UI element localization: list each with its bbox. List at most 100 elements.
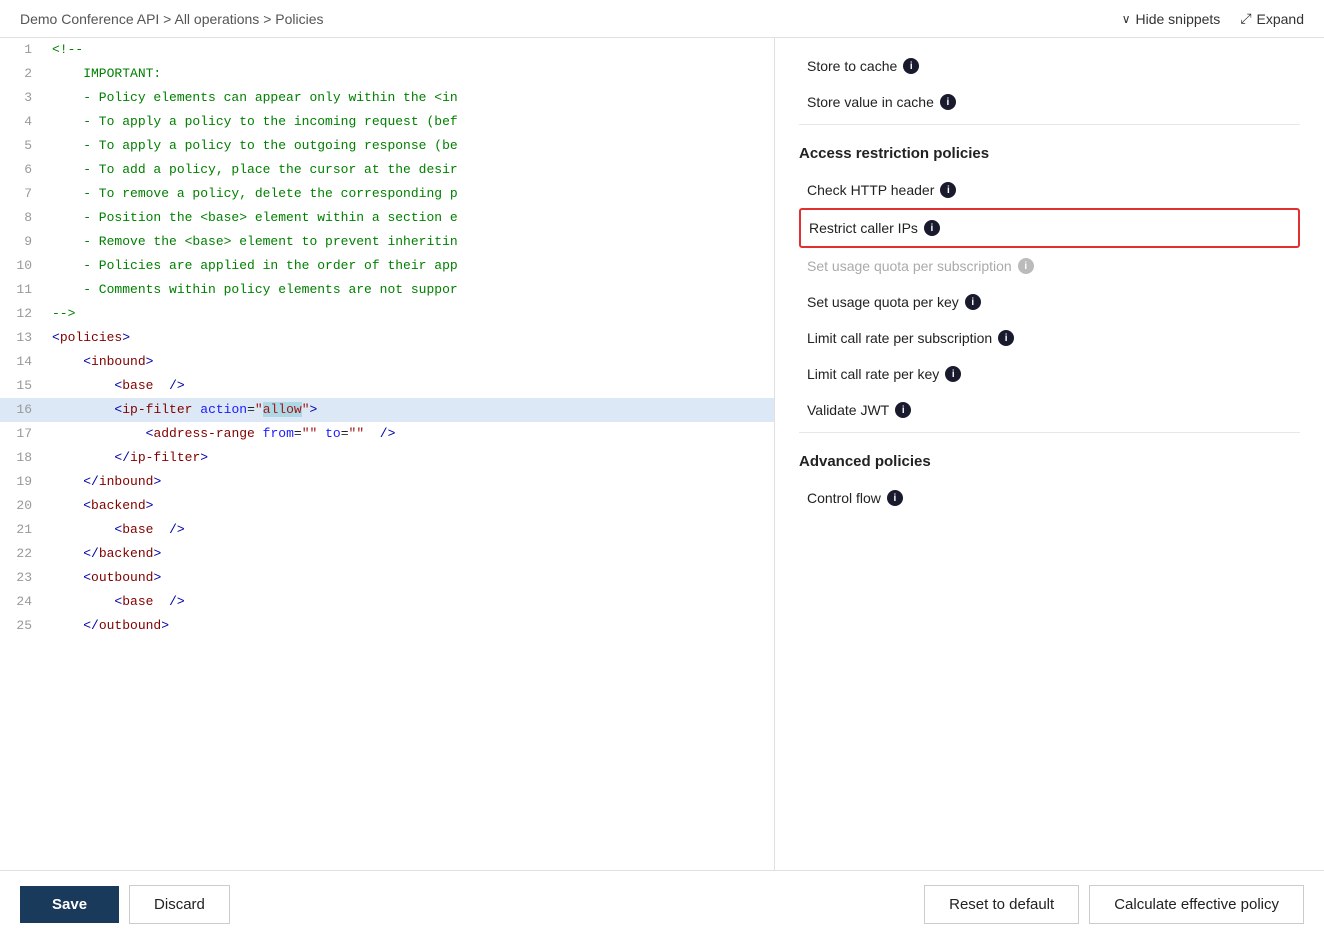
line-content[interactable]: </backend> (48, 542, 774, 566)
code-line-10: 10 - Policies are applied in the order o… (0, 254, 774, 278)
control-flow-info-icon[interactable]: i (887, 490, 903, 506)
code-line-11: 11 - Comments within policy elements are… (0, 278, 774, 302)
breadcrumb-part1: Demo Conference API (20, 11, 159, 27)
line-content[interactable]: - Policy elements can appear only within… (48, 86, 774, 110)
code-line-8: 8 - Position the <base> element within a… (0, 206, 774, 230)
breadcrumb: Demo Conference API > All operations > P… (20, 11, 324, 27)
code-panel[interactable]: 1<!--2 IMPORTANT:3 - Policy elements can… (0, 38, 775, 870)
policy-item-set-usage-quota-per-key[interactable]: Set usage quota per key i (799, 284, 1300, 320)
line-content[interactable]: <ip-filter action="allow"> (48, 398, 774, 422)
line-content[interactable]: - To apply a policy to the incoming requ… (48, 110, 774, 134)
store-to-cache-info-icon[interactable]: i (903, 58, 919, 74)
limit-call-rate-per-subscription-info-icon[interactable]: i (998, 330, 1014, 346)
section-divider-1 (799, 124, 1300, 125)
code-line-22: 22 </backend> (0, 542, 774, 566)
line-content[interactable]: IMPORTANT: (48, 62, 774, 86)
line-content[interactable]: - To add a policy, place the cursor at t… (48, 158, 774, 182)
line-number: 9 (0, 230, 48, 254)
limit-call-rate-per-key-info-icon[interactable]: i (945, 366, 961, 382)
line-number: 22 (0, 542, 48, 566)
policy-panel: Store to cache i Store value in cache i … (775, 38, 1324, 870)
line-number: 25 (0, 614, 48, 638)
line-content[interactable]: <backend> (48, 494, 774, 518)
line-content[interactable]: </outbound> (48, 614, 774, 638)
top-bar-actions: ∨ Hide snippets ⤢ Expand (1122, 10, 1304, 27)
line-number: 14 (0, 350, 48, 374)
line-content[interactable]: </ip-filter> (48, 446, 774, 470)
top-bar: Demo Conference API > All operations > P… (0, 0, 1324, 38)
code-line-15: 15 <base /> (0, 374, 774, 398)
code-line-16: 16 <ip-filter action="allow"> (0, 398, 774, 422)
policy-item-limit-call-rate-per-key[interactable]: Limit call rate per key i (799, 356, 1300, 392)
line-content[interactable]: - Remove the <base> element to prevent i… (48, 230, 774, 254)
policy-item-store-to-cache[interactable]: Store to cache i (799, 48, 1300, 84)
calculate-effective-policy-button[interactable]: Calculate effective policy (1089, 885, 1304, 924)
code-line-2: 2 IMPORTANT: (0, 62, 774, 86)
code-line-25: 25 </outbound> (0, 614, 774, 638)
line-content[interactable]: - Policies are applied in the order of t… (48, 254, 774, 278)
line-content[interactable]: - Comments within policy elements are no… (48, 278, 774, 302)
reset-to-default-button[interactable]: Reset to default (924, 885, 1079, 924)
line-number: 21 (0, 518, 48, 542)
line-number: 11 (0, 278, 48, 302)
set-usage-quota-per-subscription-label: Set usage quota per subscription (807, 258, 1012, 274)
line-number: 18 (0, 446, 48, 470)
store-value-in-cache-info-icon[interactable]: i (940, 94, 956, 110)
code-line-1: 1<!-- (0, 38, 774, 62)
code-line-9: 9 - Remove the <base> element to prevent… (0, 230, 774, 254)
line-number: 23 (0, 566, 48, 590)
cache-section: Store to cache i Store value in cache i (799, 48, 1300, 120)
line-content[interactable]: <!-- (48, 38, 774, 62)
line-number: 13 (0, 326, 48, 350)
set-usage-quota-per-key-info-icon[interactable]: i (965, 294, 981, 310)
policy-item-limit-call-rate-per-subscription[interactable]: Limit call rate per subscription i (799, 320, 1300, 356)
discard-button[interactable]: Discard (129, 885, 230, 924)
line-content[interactable]: <base /> (48, 518, 774, 542)
line-number: 8 (0, 206, 48, 230)
section-divider-2 (799, 432, 1300, 433)
policy-item-validate-jwt[interactable]: Validate JWT i (799, 392, 1300, 428)
line-content[interactable]: <outbound> (48, 566, 774, 590)
line-number: 6 (0, 158, 48, 182)
validate-jwt-info-icon[interactable]: i (895, 402, 911, 418)
line-content[interactable]: <policies> (48, 326, 774, 350)
set-usage-quota-per-subscription-info-icon[interactable]: i (1018, 258, 1034, 274)
policy-item-store-value-in-cache[interactable]: Store value in cache i (799, 84, 1300, 120)
validate-jwt-label: Validate JWT (807, 402, 889, 418)
code-line-6: 6 - To add a policy, place the cursor at… (0, 158, 774, 182)
expand-icon: ⤢ (1240, 10, 1251, 27)
line-content[interactable]: <base /> (48, 374, 774, 398)
main-content: 1<!--2 IMPORTANT:3 - Policy elements can… (0, 38, 1324, 870)
line-number: 12 (0, 302, 48, 326)
access-restriction-title: Access restriction policies (799, 145, 1300, 162)
code-line-7: 7 - To remove a policy, delete the corre… (0, 182, 774, 206)
check-http-header-info-icon[interactable]: i (940, 182, 956, 198)
line-content[interactable]: <base /> (48, 590, 774, 614)
restrict-caller-ips-info-icon[interactable]: i (924, 220, 940, 236)
line-number: 2 (0, 62, 48, 86)
breadcrumb-sep2: > (259, 11, 275, 27)
line-content[interactable]: <inbound> (48, 350, 774, 374)
code-line-17: 17 <address-range from="" to="" /> (0, 422, 774, 446)
advanced-policies-title: Advanced policies (799, 453, 1300, 470)
line-content[interactable]: </inbound> (48, 470, 774, 494)
line-content[interactable]: - Position the <base> element within a s… (48, 206, 774, 230)
expand-button[interactable]: ⤢ Expand (1240, 10, 1304, 27)
line-content[interactable]: <address-range from="" to="" /> (48, 422, 774, 446)
policy-item-check-http-header[interactable]: Check HTTP header i (799, 172, 1300, 208)
line-number: 20 (0, 494, 48, 518)
line-content[interactable]: - To apply a policy to the outgoing resp… (48, 134, 774, 158)
policy-item-restrict-caller-ips[interactable]: Restrict caller IPs i (799, 208, 1300, 248)
code-line-23: 23 <outbound> (0, 566, 774, 590)
expand-label: Expand (1257, 11, 1304, 27)
code-line-12: 12--> (0, 302, 774, 326)
save-button[interactable]: Save (20, 886, 119, 923)
store-to-cache-label: Store to cache (807, 58, 897, 74)
breadcrumb-part2: All operations (174, 11, 259, 27)
limit-call-rate-per-subscription-label: Limit call rate per subscription (807, 330, 992, 346)
line-content[interactable]: --> (48, 302, 774, 326)
policy-item-control-flow[interactable]: Control flow i (799, 480, 1300, 516)
line-content[interactable]: - To remove a policy, delete the corresp… (48, 182, 774, 206)
policy-item-set-usage-quota-per-subscription[interactable]: Set usage quota per subscription i (799, 248, 1300, 284)
hide-snippets-button[interactable]: ∨ Hide snippets (1122, 11, 1221, 27)
